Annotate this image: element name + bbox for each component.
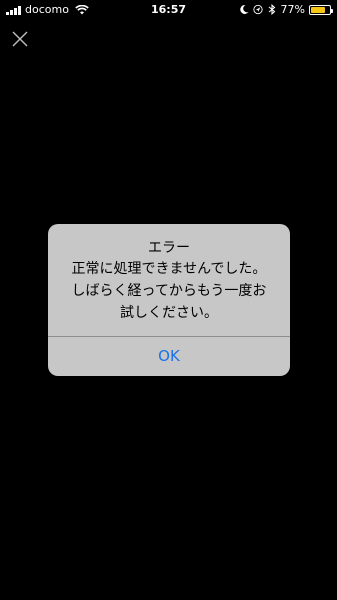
error-alert-dialog: エラー 正常に処理できませんでした。 しばらく経ってからもう一度お 試しください… — [48, 224, 290, 376]
alert-message-line: 正常に処理できませんでした。 — [71, 261, 267, 277]
ok-button[interactable]: OK — [48, 337, 290, 376]
modal-overlay: エラー 正常に処理できませんでした。 しばらく経ってからもう一度お 試しください… — [0, 0, 337, 600]
alert-message-line: 試しください。 — [120, 305, 218, 321]
alert-message: 正常に処理できませんでした。 しばらく経ってからもう一度お 試しください。 — [60, 258, 278, 324]
alert-message-line: しばらく経ってからもう一度お — [71, 283, 267, 299]
alert-title: エラー — [148, 240, 190, 256]
alert-body: エラー 正常に処理できませんでした。 しばらく経ってからもう一度お 試しください… — [48, 224, 290, 336]
